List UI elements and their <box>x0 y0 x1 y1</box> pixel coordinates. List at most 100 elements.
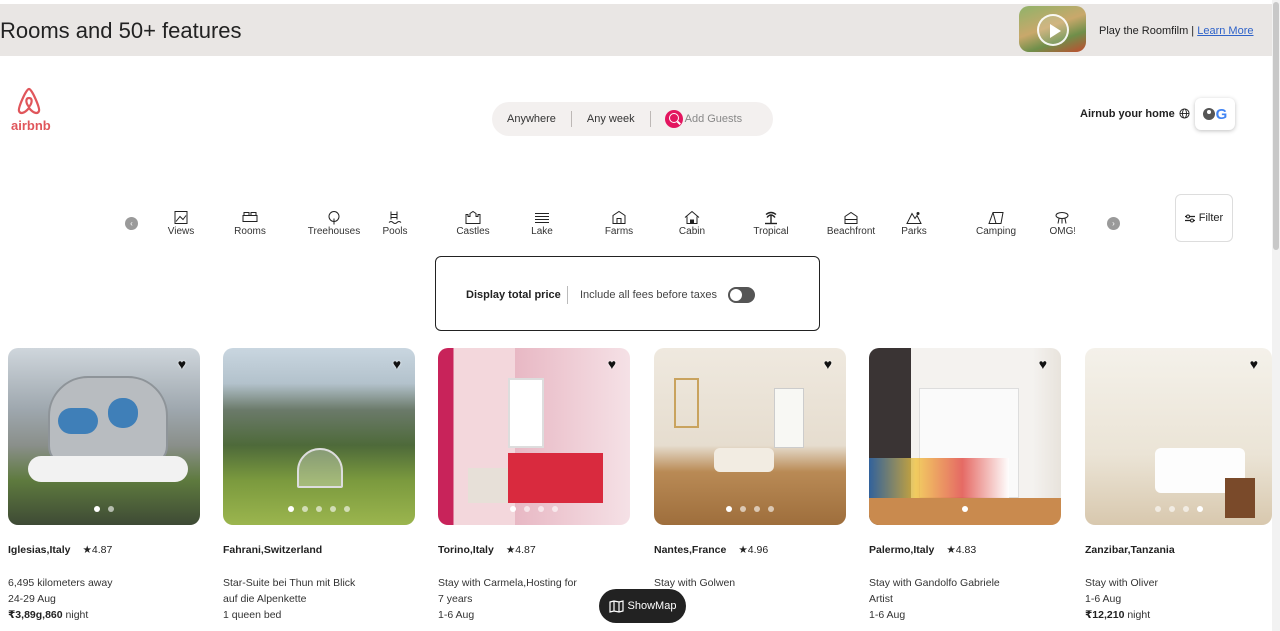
heart-icon[interactable]: ♥ <box>824 356 832 372</box>
category-cabin[interactable]: Cabin <box>657 206 727 237</box>
profile-menu-button[interactable]: G <box>1195 98 1235 130</box>
listing-photo[interactable]: ♥ <box>438 348 630 525</box>
listing-details: 6,495 kilometers away 24-29 Aug ₹3,89g,8… <box>8 575 200 623</box>
banner-promo: Play the Roomfilm | Learn More <box>1099 25 1254 37</box>
logo-text: airbnb <box>11 118 51 133</box>
category-beachfront[interactable]: Beachfront <box>816 206 886 237</box>
search-bar[interactable]: Anywhere Any week Add Guests <box>492 102 773 136</box>
google-icon: G <box>1215 105 1228 123</box>
category-parks[interactable]: Parks <box>879 206 949 237</box>
listing-location: Fahrani,Switzerland <box>223 544 323 556</box>
category-label: Parks <box>901 226 927 237</box>
map-icon <box>608 599 624 613</box>
lake-icon <box>535 213 549 223</box>
search-add-guests[interactable]: Add Guests <box>651 110 742 128</box>
heart-icon[interactable]: ♥ <box>393 356 401 372</box>
show-map-label: ShowMap <box>627 600 677 612</box>
heart-icon[interactable]: ♥ <box>1039 356 1047 372</box>
listing-card[interactable]: ♥ Palermo,Italy ★4.83 Stay with Gandolfo … <box>869 348 1061 623</box>
learn-more-link[interactable]: Learn More <box>1197 25 1253 37</box>
roomfilm-video-thumbnail[interactable] <box>1019 6 1086 52</box>
listing-card[interactable]: ♥ Torino,Italy ★4.87 Stay with Carmela,Ho… <box>438 348 630 623</box>
category-label: Pools <box>382 226 408 237</box>
add-guests-label: Add Guests <box>684 113 743 125</box>
show-map-button[interactable]: ShowMap <box>599 589 686 623</box>
category-tropical[interactable]: Tropical <box>736 206 806 237</box>
category-label: Beachfront <box>826 226 876 237</box>
category-camping[interactable]: Camping <box>961 206 1031 237</box>
scrollbar-thumb[interactable] <box>1273 2 1279 250</box>
user-avatar-icon <box>1202 108 1215 120</box>
listing-card[interactable]: ♥ Zanzibar,Tanzania Stay with Oliver 1-6… <box>1085 348 1272 623</box>
listing-header: Palermo,Italy ★4.83 <box>869 544 1061 556</box>
listing-line: Stay with Gandolfo Gabriele <box>869 577 1000 589</box>
listing-header: Iglesias,Italy ★4.87 <box>8 544 200 556</box>
listing-line: 1-6 Aug <box>869 609 906 621</box>
listing-photo[interactable]: ♥ <box>654 348 846 525</box>
listing-line: Stay with Carmela,Hosting for <box>438 577 577 589</box>
listing-price: ₹12,210 night <box>1085 607 1272 623</box>
page-scrollbar[interactable] <box>1272 0 1280 631</box>
listing-line: Artist <box>869 593 893 605</box>
listing-photo[interactable]: ♥ <box>223 348 415 525</box>
category-next-arrow-icon[interactable]: › <box>1107 217 1120 230</box>
search-any-week[interactable]: Any week <box>572 113 650 125</box>
category-label: Tropical <box>753 226 789 237</box>
cabin-icon <box>684 210 700 224</box>
category-label: Cabin <box>678 226 706 237</box>
globe-icon[interactable] <box>1179 108 1190 122</box>
category-label: Treehouses <box>307 226 361 237</box>
listing-photo[interactable]: ♥ <box>869 348 1061 525</box>
farm-icon <box>612 210 626 224</box>
search-icon[interactable] <box>664 110 683 128</box>
filter-button[interactable]: Filter <box>1175 194 1233 242</box>
category-label: Camping <box>975 226 1017 237</box>
listing-details: Stay with Golwen <box>654 575 846 591</box>
banner-title: Rooms and 50+ features <box>0 18 242 43</box>
category-prev-arrow-icon[interactable]: ‹ <box>125 217 138 230</box>
heart-icon[interactable]: ♥ <box>1250 356 1258 372</box>
listing-card[interactable]: ♥ Nantes,France ★4.96 Stay with Golwen <box>654 348 846 591</box>
camping-icon <box>988 212 1004 224</box>
price-value: ₹12,210 <box>1085 609 1125 621</box>
listing-rating: ★4.87 <box>82 544 113 556</box>
category-lake[interactable]: Lake <box>507 206 577 237</box>
photo-pagination <box>223 499 415 517</box>
heart-icon[interactable]: ♥ <box>608 356 616 372</box>
category-treehouses[interactable]: Treehouses <box>299 206 369 237</box>
listing-card[interactable]: ♥ Iglesias,Italy ★4.87 6,495 kilometers a… <box>8 348 200 623</box>
listing-price: ₹3,89g,860 night <box>8 607 200 623</box>
category-castles[interactable]: Castles <box>438 206 508 237</box>
photo-pagination <box>869 499 1061 517</box>
airbnb-logo[interactable]: airbnb <box>11 86 55 133</box>
rooms-icon <box>242 212 258 222</box>
listing-header: Nantes,France ★4.96 <box>654 544 846 556</box>
play-icon[interactable] <box>1037 14 1069 46</box>
views-icon <box>174 211 188 224</box>
total-price-panel: Display total price Include all fees bef… <box>435 256 820 331</box>
total-price-divider <box>567 286 568 304</box>
category-farms[interactable]: Farms <box>584 206 654 237</box>
airbnb-logo-icon <box>17 87 41 115</box>
filter-icon <box>1184 214 1195 222</box>
host-link[interactable]: Airnub your home <box>1080 108 1175 120</box>
total-price-toggle[interactable] <box>728 287 755 303</box>
category-pools[interactable]: Pools <box>360 206 430 237</box>
search-anywhere[interactable]: Anywhere <box>492 113 571 125</box>
category-omg[interactable]: OMG! <box>1028 206 1096 237</box>
category-label: Rooms <box>234 226 266 237</box>
listing-photo[interactable]: ♥ <box>8 348 200 525</box>
castle-icon <box>465 210 481 224</box>
listing-card[interactable]: ♥ Fahrani,Switzerland Star-Suite bei Thu… <box>223 348 415 623</box>
photo-pagination <box>8 499 200 517</box>
category-views[interactable]: Views <box>146 206 216 237</box>
listing-line: 6,495 kilometers away <box>8 577 113 589</box>
price-value: ₹3,89g,860 <box>8 609 63 621</box>
listing-location: Torino,Italy <box>438 544 494 556</box>
listing-photo[interactable]: ♥ <box>1085 348 1272 525</box>
listing-details: Stay with Oliver 1-6 Aug ₹12,210 night <box>1085 575 1272 623</box>
listing-line: Stay with Golwen <box>654 577 736 589</box>
category-rooms[interactable]: Rooms <box>215 206 285 237</box>
photo-pagination <box>1085 499 1272 517</box>
heart-icon[interactable]: ♥ <box>178 356 186 372</box>
